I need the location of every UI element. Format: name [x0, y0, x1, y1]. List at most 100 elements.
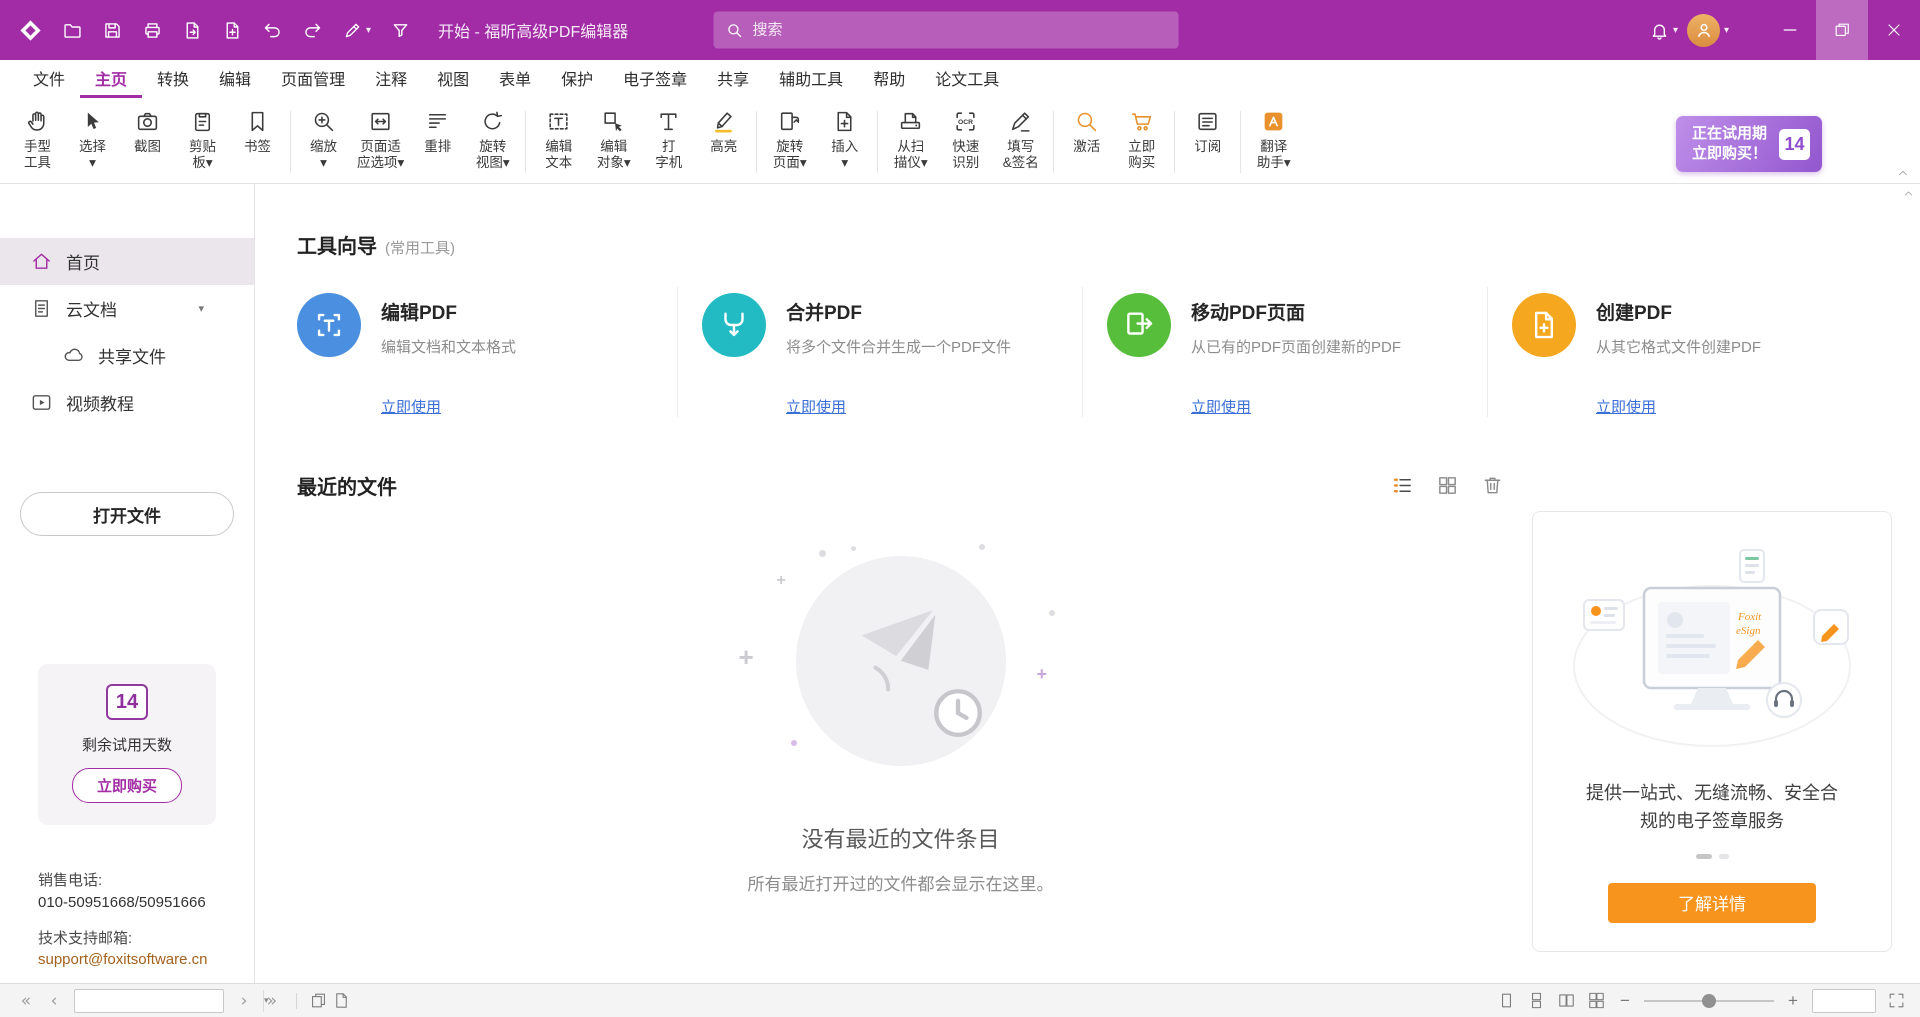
- menu-item-view[interactable]: 视图: [422, 60, 484, 98]
- use-now-link[interactable]: 立即使用: [1596, 396, 1656, 417]
- ribbon-tool-from-scanner[interactable]: 从扫 描仪▾: [883, 105, 938, 174]
- ribbon-tool-subscribe[interactable]: 订阅: [1180, 105, 1235, 157]
- save-button[interactable]: [92, 8, 132, 52]
- menu-item-form[interactable]: 表单: [484, 60, 546, 98]
- support-email-link[interactable]: support@foxitsoftware.cn: [38, 949, 244, 971]
- funnel-icon[interactable]: [380, 8, 420, 52]
- ribbon-tool-clipboard[interactable]: 剪贴 板▾: [175, 105, 230, 174]
- zoom-in-button[interactable]: +: [1785, 991, 1801, 1011]
- menu-item-comment[interactable]: 注释: [360, 60, 422, 98]
- menu-item-paper-tools[interactable]: 论文工具: [920, 60, 1014, 98]
- sidebar-item-shared-files[interactable]: 共享文件: [0, 332, 254, 379]
- carousel-dots: [1696, 854, 1729, 859]
- ribbon-tool-edit-text[interactable]: 编辑 文本: [531, 105, 586, 174]
- chevron-down-icon[interactable]: ▾: [198, 302, 204, 315]
- menu-item-protect[interactable]: 保护: [546, 60, 608, 98]
- export-pdf-button[interactable]: [172, 8, 212, 52]
- ribbon-tool-select[interactable]: 选择 ▾: [65, 105, 120, 174]
- search-input[interactable]: [753, 22, 1167, 39]
- search-box[interactable]: [714, 12, 1179, 49]
- facing-view-icon[interactable]: [1557, 991, 1576, 1010]
- print-button[interactable]: [132, 8, 172, 52]
- trial-line1: 正在试用期: [1692, 125, 1767, 142]
- last-page-button[interactable]: »: [260, 991, 284, 1011]
- menu-item-file[interactable]: 文件: [18, 60, 80, 98]
- user-avatar[interactable]: [1687, 14, 1720, 47]
- single-page-view-icon[interactable]: [1497, 991, 1516, 1010]
- ribbon-tool-zoom[interactable]: 缩放 ▾: [296, 105, 351, 174]
- ribbon-tool-hand[interactable]: 手型 工具: [10, 105, 65, 174]
- ribbon-tool-reflow[interactable]: 重排: [410, 105, 465, 157]
- buy-now-button[interactable]: 立即购买: [72, 768, 182, 803]
- minimize-button[interactable]: [1764, 0, 1816, 60]
- use-now-link[interactable]: 立即使用: [381, 396, 441, 417]
- menu-item-help[interactable]: 帮助: [858, 60, 920, 98]
- fullscreen-icon[interactable]: [1887, 991, 1906, 1010]
- sidebar-item-cloud-docs[interactable]: 云文档 ▾: [0, 285, 254, 332]
- menu-item-esign[interactable]: 电子签章: [608, 60, 702, 98]
- ribbon-tool-translate-assistant[interactable]: 翻译 助手▾: [1246, 105, 1301, 174]
- create-doc-button[interactable]: [212, 8, 252, 52]
- trash-icon[interactable]: [1481, 474, 1504, 497]
- snapshot-page-icon[interactable]: [309, 991, 328, 1010]
- open-file-button[interactable]: 打开文件: [20, 492, 234, 536]
- carousel-dot[interactable]: [1719, 854, 1729, 859]
- menu-item-edit[interactable]: 编辑: [204, 60, 266, 98]
- zoom-slider[interactable]: [1644, 993, 1774, 1009]
- ribbon-tool-highlight[interactable]: 高亮: [696, 105, 751, 157]
- restore-window-button[interactable]: [1816, 0, 1868, 60]
- continuous-view-icon[interactable]: [1527, 991, 1546, 1010]
- menu-item-accessibility[interactable]: 辅助工具: [764, 60, 858, 98]
- ribbon-tool-fit-page-options[interactable]: 页面适 应选项▾: [351, 105, 410, 174]
- ribbon-tool-buy-now[interactable]: 立即 购买: [1114, 105, 1169, 174]
- use-now-link[interactable]: 立即使用: [1191, 396, 1251, 417]
- copy-page-icon[interactable]: [332, 991, 351, 1010]
- cloud-doc-icon: [30, 297, 53, 320]
- redo-button[interactable]: [292, 8, 332, 52]
- zoom-slider-thumb[interactable]: [1702, 994, 1716, 1008]
- ribbon-tool-typewriter[interactable]: 打 字机: [641, 105, 696, 174]
- list-view-icon[interactable]: [1391, 474, 1414, 497]
- ribbon-toolbar: 手型 工具 选择 ▾ 截图 剪贴 板▾ 书签 缩放 ▾ 页面适 应选项▾ 重排 …: [0, 98, 1920, 184]
- collapse-ribbon-icon[interactable]: [1896, 166, 1910, 180]
- zoom-out-button[interactable]: −: [1617, 991, 1633, 1011]
- facing-continuous-view-icon[interactable]: [1587, 991, 1606, 1010]
- first-page-button[interactable]: «: [14, 991, 38, 1011]
- grid-view-icon[interactable]: [1436, 474, 1459, 497]
- sidebar-item-home[interactable]: 首页: [0, 238, 254, 285]
- zoom-value-box[interactable]: [1812, 989, 1876, 1013]
- page-number-box: ▾: [74, 989, 224, 1013]
- learn-more-button[interactable]: 了解详情: [1608, 883, 1816, 923]
- undo-button[interactable]: [252, 8, 292, 52]
- menu-item-home[interactable]: 主页: [80, 60, 142, 98]
- ribbon-tool-rotate-view[interactable]: 旋转 视图▾: [465, 105, 520, 174]
- prev-page-button[interactable]: ‹: [42, 991, 66, 1011]
- account-dropdown-caret[interactable]: ▾: [1724, 25, 1738, 36]
- ribbon-tool-activate[interactable]: 激活: [1059, 105, 1114, 157]
- menu-item-page-organize[interactable]: 页面管理: [266, 60, 360, 98]
- bell-dropdown-caret[interactable]: ▾: [1673, 25, 1687, 36]
- use-now-link[interactable]: 立即使用: [786, 396, 846, 417]
- next-page-button[interactable]: ›: [232, 991, 256, 1011]
- trial-buy-now-badge[interactable]: 正在试用期立即购买！ 14: [1676, 116, 1822, 173]
- open-folder-button[interactable]: [52, 8, 92, 52]
- ribbon-tool-insert[interactable]: 插入 ▾: [817, 105, 872, 174]
- menu-item-share[interactable]: 共享: [702, 60, 764, 98]
- window-title: 开始 - 福昕高级PDF编辑器: [438, 18, 628, 42]
- esign-dropdown-caret[interactable]: ▾: [366, 25, 380, 36]
- tool-card-create-pdf: 创建PDF 从其它格式文件创建PDF 立即使用: [1487, 287, 1892, 417]
- foxit-pdf-editor-window: ▾ 开始 - 福昕高级PDF编辑器 ▾ ▾ 文件 主页 转换 编辑 页面管理 注…: [0, 0, 1920, 1017]
- ribbon-tool-bookmark[interactable]: 书签: [230, 105, 285, 157]
- highlighter-icon: [711, 107, 736, 136]
- ribbon-tool-quick-ocr[interactable]: 快速 识别: [938, 105, 993, 174]
- carousel-dot-active[interactable]: [1696, 854, 1712, 859]
- ribbon-tool-rotate-pages[interactable]: 旋转 页面▾: [762, 105, 817, 174]
- scrollbar-up-icon[interactable]: [1902, 187, 1915, 200]
- sidebar-item-video-tutorials[interactable]: 视频教程: [0, 379, 254, 426]
- ribbon-tool-fill-sign[interactable]: 填写 &签名: [993, 105, 1048, 174]
- ribbon-tool-edit-object[interactable]: 编辑 对象▾: [586, 105, 641, 174]
- ribbon-tool-snapshot[interactable]: 截图: [120, 105, 175, 157]
- menu-item-convert[interactable]: 转换: [142, 60, 204, 98]
- close-button[interactable]: [1868, 0, 1920, 60]
- card-title: 合并PDF: [786, 298, 1011, 325]
